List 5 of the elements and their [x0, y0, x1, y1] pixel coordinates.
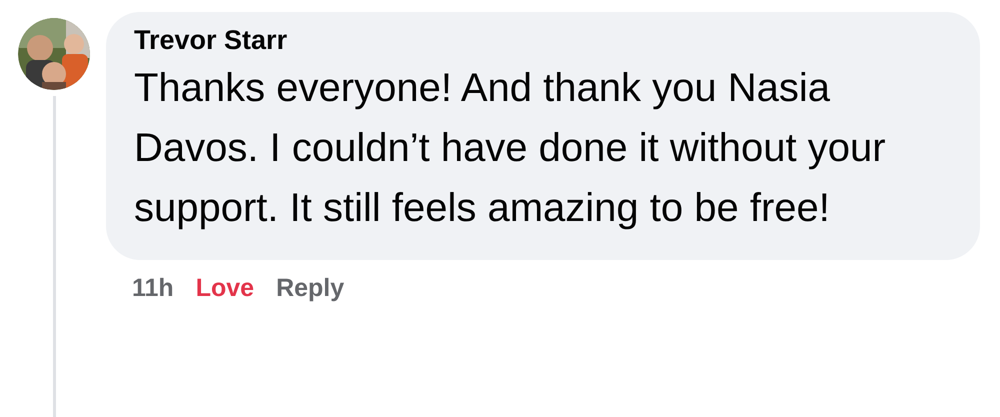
comment-text: Thanks everyone! And thank you Nasia Davos. I couldn’t have done it without your support. It still feels amazing to be free!: [134, 65, 887, 232]
reply-link[interactable]: Reply: [276, 274, 344, 303]
timestamp[interactable]: 11h: [132, 274, 174, 303]
reaction-link[interactable]: Love: [196, 274, 254, 303]
author-name[interactable]: Trevor Starr: [134, 22, 952, 58]
